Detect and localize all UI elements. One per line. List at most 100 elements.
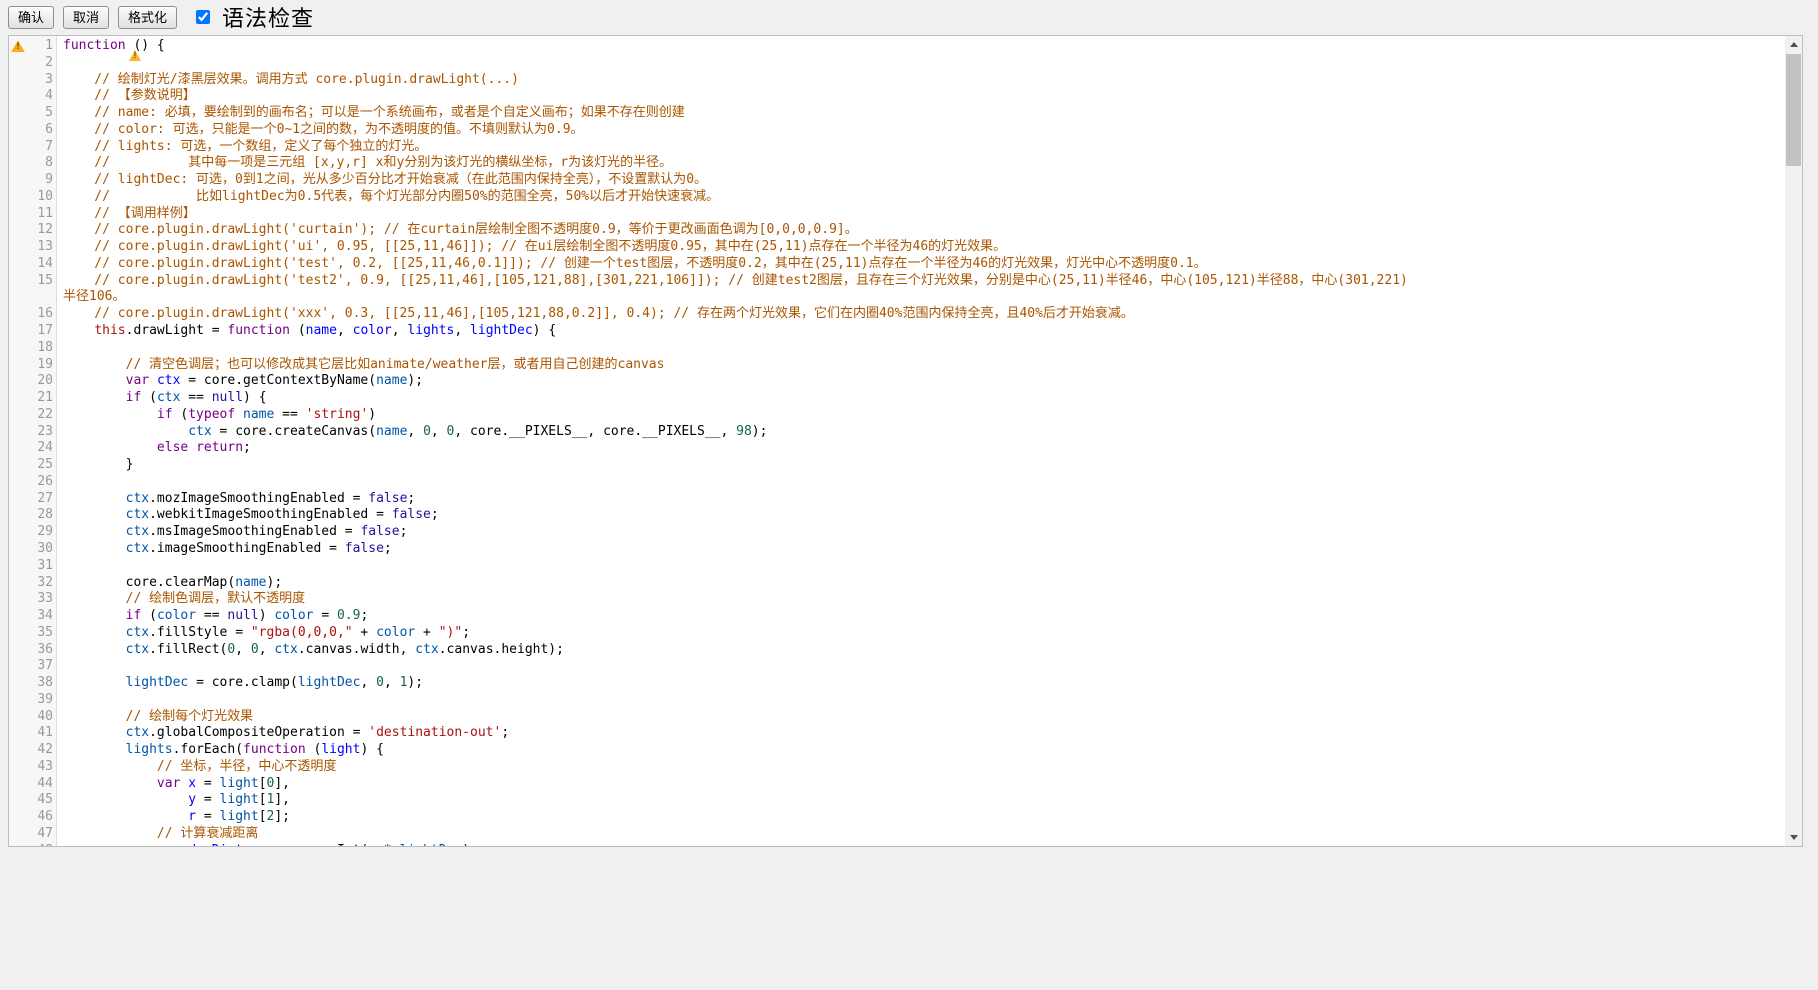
code-line[interactable]: 42 lights.forEach(function (light) { [9,742,1785,759]
cancel-button[interactable]: 取消 [63,6,109,29]
code-line[interactable]: 30 ctx.imageSmoothingEnabled = false; [9,541,1785,558]
code-line[interactable]: 41 ctx.globalCompositeOperation = 'desti… [9,725,1785,742]
line-number: 11 [27,206,53,223]
code-text: // core.plugin.drawLight('test2', 0.9, [… [53,273,1408,290]
code-line[interactable]: 23 ctx = core.createCanvas(name, 0, 0, c… [9,424,1785,441]
code-line[interactable]: 32 core.clearMap(name); [9,575,1785,592]
code-line[interactable]: 18 [9,340,1785,357]
code-line[interactable]: 27 ctx.mozImageSmoothingEnabled = false; [9,491,1785,508]
code-text [53,658,63,675]
gutter-marker-slot [9,373,27,390]
code-text: // 比如lightDec为0.5代表，每个灯光部分内圈50%的范围全亮，50%… [53,189,719,206]
code-line[interactable]: 43 // 坐标，半径，中心不透明度 [9,759,1785,776]
code-line[interactable]: 40 // 绘制每个灯光效果 [9,709,1785,726]
code-line[interactable]: 4 // 【参数说明】 [9,88,1785,105]
code-line[interactable]: 19 // 清空色调层；也可以修改成其它层比如animate/weather层，… [9,357,1785,374]
gutter-marker-slot [9,105,27,122]
code-line[interactable]: 2 [9,55,1785,72]
line-number: 33 [27,591,53,608]
code-line[interactable]: 11 // 【调用样例】 [9,206,1785,223]
gutter-marker-slot [9,340,27,357]
code-line[interactable]: 17 this.drawLight = function (name, colo… [9,323,1785,340]
code-lines[interactable]: 1function () {23 // 绘制灯光/漆黑层效果。调用方式 core… [9,36,1785,846]
code-line[interactable]: 37 [9,658,1785,675]
format-button[interactable]: 格式化 [118,6,177,29]
code-text: var x = light[0], [53,776,290,793]
code-line[interactable]: 7 // lights: 可选，一个数组，定义了每个独立的灯光。 [9,139,1785,156]
line-number: 34 [27,608,53,625]
code-line[interactable]: 26 [9,474,1785,491]
code-line[interactable]: 6 // color: 可选，只能是一个0~1之间的数，为不透明度的值。不填则默… [9,122,1785,139]
code-line[interactable]: 13 // core.plugin.drawLight('ui', 0.95, … [9,239,1785,256]
code-line[interactable]: 9 // lightDec: 可选，0到1之间，光从多少百分比才开始衰减（在此范… [9,172,1785,189]
line-number: 14 [27,256,53,273]
code-line[interactable]: 21 if (ctx == null) { [9,390,1785,407]
code-text: ctx.mozImageSmoothingEnabled = false; [53,491,415,508]
code-line[interactable]: 16 // core.plugin.drawLight('xxx', 0.3, … [9,306,1785,323]
code-line[interactable]: 15 // core.plugin.drawLight('test2', 0.9… [9,273,1785,290]
code-line[interactable]: 12 // core.plugin.drawLight('curtain'); … [9,222,1785,239]
code-text: ctx.webkitImageSmoothingEnabled = false; [53,507,439,524]
line-number: 41 [27,725,53,742]
line-number: 44 [27,776,53,793]
code-line[interactable]: 29 ctx.msImageSmoothingEnabled = false; [9,524,1785,541]
code-line[interactable]: 8 // 其中每一项是三元组 [x,y,r] x和y分别为该灯光的横纵坐标，r为… [9,155,1785,172]
code-text: function () { [53,38,165,55]
code-text: ctx.fillRect(0, 0, ctx.canvas.width, ctx… [53,642,564,659]
code-line[interactable]: 39 [9,692,1785,709]
code-line[interactable]: 34 if (color == null) color = 0.9; [9,608,1785,625]
code-text: // lightDec: 可选，0到1之间，光从多少百分比才开始衰减（在此范围内… [53,172,707,189]
scroll-down-button[interactable] [1785,829,1802,846]
code-line[interactable]: 5 // name: 必填，要绘制到的画布名；可以是一个系统画布，或者是个自定义… [9,105,1785,122]
code-text: // core.plugin.drawLight('curtain'); // … [53,222,858,239]
code-line[interactable]: 44 var x = light[0], [9,776,1785,793]
gutter-marker-slot [9,55,27,72]
code-text: ctx.msImageSmoothingEnabled = false; [53,524,407,541]
editor-scrollbar[interactable] [1785,36,1802,846]
gutter-marker-slot [9,424,27,441]
gutter-marker-slot [9,407,27,424]
code-line[interactable]: 14 // core.plugin.drawLight('test', 0.2,… [9,256,1785,273]
code-line[interactable]: 24 else return; [9,440,1785,457]
gutter-marker-slot [9,155,27,172]
line-number [27,289,53,306]
code-text: // 【参数说明】 [53,88,196,105]
line-number: 32 [27,575,53,592]
gutter-marker-slot [9,457,27,474]
line-number: 45 [27,792,53,809]
syntax-check-checkbox[interactable] [196,10,210,24]
code-line[interactable]: 45 y = light[1], [9,792,1785,809]
code-line[interactable]: 36 ctx.fillRect(0, 0, ctx.canvas.width, … [9,642,1785,659]
line-number: 19 [27,357,53,374]
gutter-marker-slot [9,642,27,659]
gutter-marker-slot [9,625,27,642]
code-line[interactable]: 半径106。 [9,289,1785,306]
code-text [53,474,63,491]
line-number: 43 [27,759,53,776]
code-line[interactable]: 46 r = light[2]; [9,809,1785,826]
confirm-button[interactable]: 确认 [8,6,54,29]
code-line[interactable]: 33 // 绘制色调层，默认不透明度 [9,591,1785,608]
code-text: if (typeof name == 'string') [53,407,376,424]
code-line[interactable]: 22 if (typeof name == 'string') [9,407,1785,424]
code-line[interactable]: 48 var decDistance = parseInt(r * lightD… [9,843,1785,846]
code-editor[interactable]: 1function () {23 // 绘制灯光/漆黑层效果。调用方式 core… [8,35,1803,847]
line-number: 24 [27,440,53,457]
code-line[interactable]: 20 var ctx = core.getContextByName(name)… [9,373,1785,390]
line-number: 5 [27,105,53,122]
code-line[interactable]: 10 // 比如lightDec为0.5代表，每个灯光部分内圈50%的范围全亮，… [9,189,1785,206]
code-text: y = light[1], [53,792,290,809]
scroll-up-button[interactable] [1785,36,1802,53]
line-number: 39 [27,692,53,709]
scrollbar-thumb[interactable] [1786,54,1801,166]
code-line[interactable]: 25 } [9,457,1785,474]
code-line[interactable]: 1function () { [9,38,1785,55]
code-line[interactable]: 35 ctx.fillStyle = "rgba(0,0,0," + color… [9,625,1785,642]
code-line[interactable]: 47 // 计算衰减距离 [9,826,1785,843]
code-line[interactable]: 3 // 绘制灯光/漆黑层效果。调用方式 core.plugin.drawLig… [9,72,1785,89]
code-line[interactable]: 31 [9,558,1785,575]
code-line[interactable]: 28 ctx.webkitImageSmoothingEnabled = fal… [9,507,1785,524]
line-number: 23 [27,424,53,441]
code-line[interactable]: 38 lightDec = core.clamp(lightDec, 0, 1)… [9,675,1785,692]
line-number: 29 [27,524,53,541]
